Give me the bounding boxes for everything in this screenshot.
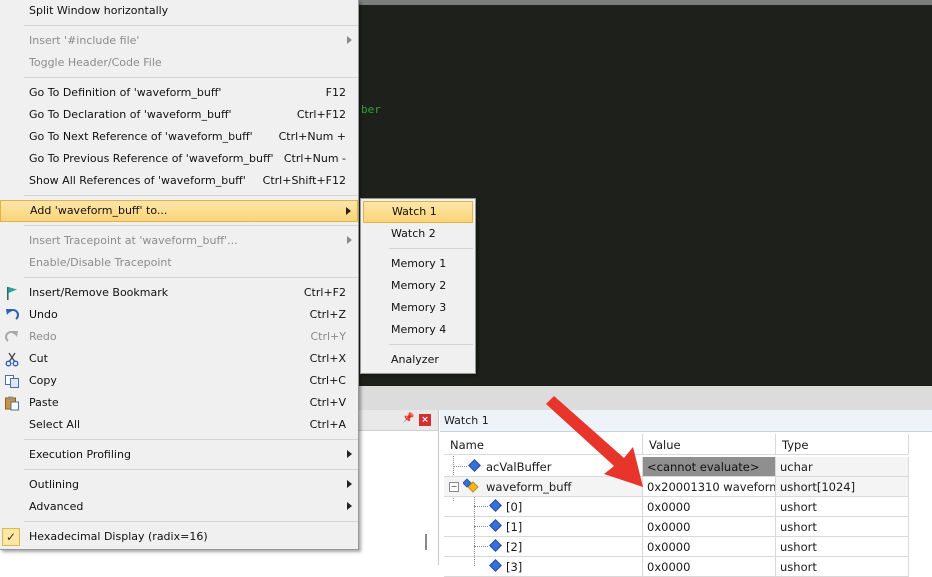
add-to-submenu: Watch 1 Watch 2 Memory 1 Memory 2 Memory…: [360, 198, 476, 374]
submenu-item-watch-1[interactable]: Watch 1: [363, 201, 473, 223]
variable-icon: [489, 519, 502, 532]
bookmark-flag-icon: [7, 287, 17, 300]
watch-cell-value[interactable]: 0x0000: [643, 557, 776, 577]
watch-cell-value[interactable]: 0x0000: [643, 537, 776, 557]
menu-item-cut[interactable]: Cut Ctrl+X: [0, 348, 358, 370]
watch-cell-type: ushort: [776, 497, 909, 517]
menu-item-bookmark[interactable]: Insert/Remove Bookmark Ctrl+F2: [0, 282, 358, 304]
menu-item-insert-tracepoint[interactable]: Insert Tracepoint at 'waveform_buff'...: [0, 230, 358, 252]
column-header-type[interactable]: Type: [776, 434, 909, 455]
watch-cell-name: [0]: [444, 497, 643, 517]
variable-icon: [489, 539, 502, 552]
copy-icon: [5, 375, 19, 388]
variable-icon: [489, 559, 502, 572]
watch-cell-type: ushort: [776, 557, 909, 577]
column-header-name-label: Name: [450, 438, 484, 452]
annotation-arrow-icon: [546, 396, 643, 487]
menu-separator: [24, 521, 358, 522]
watch-cell-value[interactable]: 0x20001310 waveform...: [643, 477, 776, 497]
menu-item-select-all[interactable]: Select All Ctrl+A: [0, 414, 358, 436]
submenu-item-memory-4[interactable]: Memory 4: [361, 319, 475, 341]
menu-item-go-to-previous-reference[interactable]: Go To Previous Reference of 'waveform_bu…: [0, 148, 358, 170]
close-icon[interactable]: ×: [419, 414, 431, 426]
submenu-arrow-icon: [347, 450, 352, 458]
menu-item-insert-include[interactable]: Insert '#include file': [0, 30, 358, 52]
code-text-fragment: ber: [361, 103, 381, 116]
context-menu: Split Window horizontally Insert '#inclu…: [0, 0, 359, 550]
menu-separator: [24, 195, 358, 196]
menu-item-advanced[interactable]: Advanced: [0, 496, 358, 518]
watch-cell-name: [2]: [444, 537, 643, 557]
menu-item-go-to-declaration[interactable]: Go To Declaration of 'waveform_buff' Ctr…: [0, 104, 358, 126]
watch-panel: Watch 1 Name Value Type acValBuffer <can…: [440, 410, 932, 577]
menu-item-add-to[interactable]: Add 'waveform_buff' to...: [0, 200, 358, 222]
watch-cell-type: ushort: [776, 537, 909, 557]
menu-item-enable-disable-tracepoint[interactable]: Enable/Disable Tracepoint: [0, 252, 358, 274]
menu-item-hexadecimal-display[interactable]: ✓ Hexadecimal Display (radix=16): [0, 526, 358, 548]
menu-separator: [24, 25, 358, 26]
scissors-icon: [5, 352, 19, 367]
variable-icon: [489, 499, 502, 512]
menu-item-outlining[interactable]: Outlining: [0, 474, 358, 496]
watch-cell-value[interactable]: <cannot evaluate>: [643, 457, 776, 477]
menu-item-go-to-next-reference[interactable]: Go To Next Reference of 'waveform_buff' …: [0, 126, 358, 148]
column-header-value[interactable]: Value: [643, 434, 776, 455]
menu-item-redo[interactable]: Redo Ctrl+Y: [0, 326, 358, 348]
watch-row[interactable]: acValBuffer <cannot evaluate> uchar: [440, 457, 910, 477]
structure-variable-icon: [463, 478, 479, 493]
submenu-arrow-icon: [347, 480, 352, 488]
watch-row[interactable]: [1] 0x0000 ushort: [440, 517, 910, 537]
menu-item-go-to-definition[interactable]: Go To Definition of 'waveform_buff' F12: [0, 82, 358, 104]
watch-cell-value[interactable]: 0x0000: [643, 497, 776, 517]
menu-item-toggle-header[interactable]: Toggle Header/Code File: [0, 52, 358, 74]
watch-cell-type: ushort[1024]: [776, 477, 909, 497]
menu-separator: [24, 77, 358, 78]
submenu-item-watch-2[interactable]: Watch 2: [361, 223, 475, 245]
watch-cell-name: [3]: [444, 557, 643, 577]
submenu-arrow-icon: [347, 502, 352, 510]
menu-item-copy[interactable]: Copy Ctrl+C: [0, 370, 358, 392]
submenu-arrow-icon: [346, 207, 351, 215]
menu-item-execution-profiling[interactable]: Execution Profiling: [0, 444, 358, 466]
watch-row[interactable]: [2] 0x0000 ushort: [440, 537, 910, 557]
menu-separator: [389, 344, 473, 345]
column-header-type-label: Type: [782, 438, 809, 452]
menu-separator: [24, 469, 358, 470]
watch-cell-value[interactable]: 0x0000: [643, 517, 776, 537]
menu-separator: [389, 248, 473, 249]
watch-panel-title: Watch 1: [444, 414, 489, 427]
menu-item-split-window[interactable]: Split Window horizontally: [0, 0, 358, 22]
paste-icon: [5, 396, 19, 411]
menu-separator: [24, 225, 358, 226]
submenu-arrow-icon: [347, 36, 352, 44]
undo-icon: [6, 309, 19, 320]
menu-item-paste[interactable]: Paste Ctrl+V: [0, 392, 358, 414]
submenu-arrow-icon: [347, 236, 352, 244]
watch-cell-name: [1]: [444, 517, 643, 537]
watch-row[interactable]: − waveform_buff 0x20001310 waveform... u…: [440, 477, 910, 497]
menu-separator: [24, 439, 358, 440]
watch-cell-type: ushort: [776, 517, 909, 537]
menu-item-undo[interactable]: Undo Ctrl+Z: [0, 304, 358, 326]
watch-row[interactable]: [3] 0x0000 ushort: [440, 557, 910, 577]
watch-panel-tab[interactable]: Watch 1: [440, 410, 932, 432]
redo-icon: [5, 331, 18, 342]
scrollbar-thumb[interactable]: [425, 534, 427, 550]
watch-row[interactable]: [0] 0x0000 ushort: [440, 497, 910, 517]
collapse-toggle-icon[interactable]: −: [449, 482, 459, 492]
menu-separator: [24, 277, 358, 278]
submenu-item-memory-1[interactable]: Memory 1: [361, 253, 475, 275]
variable-icon: [468, 459, 481, 472]
menu-item-show-all-references[interactable]: Show All References of 'waveform_buff' C…: [0, 170, 358, 192]
submenu-item-analyzer[interactable]: Analyzer: [361, 349, 475, 371]
submenu-item-memory-3[interactable]: Memory 3: [361, 297, 475, 319]
checkmark-icon: ✓: [2, 528, 20, 546]
pin-icon[interactable]: 📌: [402, 413, 414, 425]
watch-cell-type: uchar: [776, 457, 909, 477]
submenu-item-memory-2[interactable]: Memory 2: [361, 275, 475, 297]
